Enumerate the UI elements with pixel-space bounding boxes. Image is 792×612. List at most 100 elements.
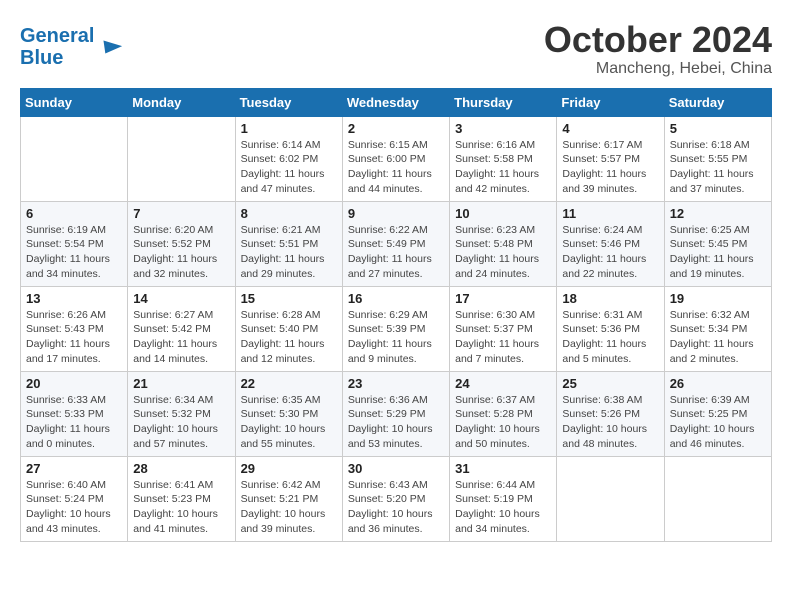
day-number: 18 (562, 291, 658, 306)
day-detail: Sunrise: 6:38 AMSunset: 5:26 PMDaylight:… (562, 394, 647, 450)
day-detail: Sunrise: 6:23 AMSunset: 5:48 PMDaylight:… (455, 224, 539, 280)
calendar-day-cell: 20 Sunrise: 6:33 AMSunset: 5:33 PMDayligh… (21, 371, 128, 456)
day-detail: Sunrise: 6:34 AMSunset: 5:32 PMDaylight:… (133, 394, 218, 450)
calendar-day-cell: 19 Sunrise: 6:32 AMSunset: 5:34 PMDayligh… (664, 286, 771, 371)
day-number: 6 (26, 206, 122, 221)
day-detail: Sunrise: 6:29 AMSunset: 5:39 PMDaylight:… (348, 309, 432, 365)
weekday-header: Monday (128, 88, 235, 116)
weekday-header: Thursday (450, 88, 557, 116)
calendar-day-cell: 7 Sunrise: 6:20 AMSunset: 5:52 PMDaylight… (128, 201, 235, 286)
day-number: 16 (348, 291, 444, 306)
day-number: 1 (241, 121, 337, 136)
calendar-day-cell: 3 Sunrise: 6:16 AMSunset: 5:58 PMDaylight… (450, 116, 557, 201)
calendar-week-row: 1Sunrise: 6:14 AMSunset: 6:02 PMDaylight… (21, 116, 772, 201)
calendar-day-cell: 9 Sunrise: 6:22 AMSunset: 5:49 PMDaylight… (342, 201, 449, 286)
calendar-day-cell: 1Sunrise: 6:14 AMSunset: 6:02 PMDaylight… (235, 116, 342, 201)
day-number: 30 (348, 461, 444, 476)
calendar-day-cell: 30 Sunrise: 6:43 AMSunset: 5:20 PMDayligh… (342, 456, 449, 541)
calendar-day-cell (21, 116, 128, 201)
day-number: 3 (455, 121, 551, 136)
day-number: 20 (26, 376, 122, 391)
calendar-day-cell (128, 116, 235, 201)
calendar-day-cell: 8 Sunrise: 6:21 AMSunset: 5:51 PMDaylight… (235, 201, 342, 286)
day-detail: Sunrise: 6:44 AMSunset: 5:19 PMDaylight:… (455, 479, 540, 535)
day-number: 28 (133, 461, 229, 476)
day-number: 29 (241, 461, 337, 476)
calendar-week-row: 6 Sunrise: 6:19 AMSunset: 5:54 PMDaylight… (21, 201, 772, 286)
page-header: GeneralBlue October 2024 Mancheng, Hebei… (20, 20, 772, 78)
calendar-day-cell: 21 Sunrise: 6:34 AMSunset: 5:32 PMDayligh… (128, 371, 235, 456)
day-detail: Sunrise: 6:43 AMSunset: 5:20 PMDaylight:… (348, 479, 433, 535)
day-detail: Sunrise: 6:18 AMSunset: 5:55 PMDaylight:… (670, 139, 754, 195)
calendar-day-cell: 27Sunrise: 6:40 AMSunset: 5:24 PMDayligh… (21, 456, 128, 541)
day-number: 24 (455, 376, 551, 391)
calendar-day-cell: 23 Sunrise: 6:36 AMSunset: 5:29 PMDayligh… (342, 371, 449, 456)
day-detail: Sunrise: 6:33 AMSunset: 5:33 PMDaylight:… (26, 394, 110, 450)
day-number: 27 (26, 461, 122, 476)
calendar-day-cell: 4 Sunrise: 6:17 AMSunset: 5:57 PMDaylight… (557, 116, 664, 201)
calendar-week-row: 27Sunrise: 6:40 AMSunset: 5:24 PMDayligh… (21, 456, 772, 541)
day-detail: Sunrise: 6:19 AMSunset: 5:54 PMDaylight:… (26, 224, 110, 280)
calendar-day-cell (557, 456, 664, 541)
calendar-day-cell: 26Sunrise: 6:39 AMSunset: 5:25 PMDayligh… (664, 371, 771, 456)
day-number: 15 (241, 291, 337, 306)
calendar-day-cell: 5 Sunrise: 6:18 AMSunset: 5:55 PMDaylight… (664, 116, 771, 201)
day-number: 7 (133, 206, 229, 221)
day-number: 8 (241, 206, 337, 221)
day-number: 23 (348, 376, 444, 391)
logo-icon (96, 33, 124, 61)
day-detail: Sunrise: 6:20 AMSunset: 5:52 PMDaylight:… (133, 224, 217, 280)
day-detail: Sunrise: 6:17 AMSunset: 5:57 PMDaylight:… (562, 139, 646, 195)
day-number: 17 (455, 291, 551, 306)
weekday-header: Tuesday (235, 88, 342, 116)
title-block: October 2024 Mancheng, Hebei, China (544, 20, 772, 78)
day-detail: Sunrise: 6:16 AMSunset: 5:58 PMDaylight:… (455, 139, 539, 195)
day-detail: Sunrise: 6:28 AMSunset: 5:40 PMDaylight:… (241, 309, 325, 365)
day-detail: Sunrise: 6:21 AMSunset: 5:51 PMDaylight:… (241, 224, 325, 280)
day-number: 9 (348, 206, 444, 221)
calendar-day-cell: 6 Sunrise: 6:19 AMSunset: 5:54 PMDaylight… (21, 201, 128, 286)
day-detail: Sunrise: 6:32 AMSunset: 5:34 PMDaylight:… (670, 309, 754, 365)
month-title: October 2024 (544, 20, 772, 60)
calendar-week-row: 13Sunrise: 6:26 AMSunset: 5:43 PMDayligh… (21, 286, 772, 371)
calendar-day-cell: 16 Sunrise: 6:29 AMSunset: 5:39 PMDayligh… (342, 286, 449, 371)
day-detail: Sunrise: 6:22 AMSunset: 5:49 PMDaylight:… (348, 224, 432, 280)
calendar-day-cell: 13Sunrise: 6:26 AMSunset: 5:43 PMDayligh… (21, 286, 128, 371)
calendar-day-cell: 31 Sunrise: 6:44 AMSunset: 5:19 PMDayligh… (450, 456, 557, 541)
day-number: 31 (455, 461, 551, 476)
day-number: 14 (133, 291, 229, 306)
day-number: 22 (241, 376, 337, 391)
header-row: SundayMondayTuesdayWednesdayThursdayFrid… (21, 88, 772, 116)
calendar-day-cell: 10Sunrise: 6:23 AMSunset: 5:48 PMDayligh… (450, 201, 557, 286)
day-detail: Sunrise: 6:27 AMSunset: 5:42 PMDaylight:… (133, 309, 217, 365)
day-number: 12 (670, 206, 766, 221)
day-detail: Sunrise: 6:42 AMSunset: 5:21 PMDaylight:… (241, 479, 326, 535)
calendar-day-cell: 29 Sunrise: 6:42 AMSunset: 5:21 PMDayligh… (235, 456, 342, 541)
day-number: 19 (670, 291, 766, 306)
logo: GeneralBlue (20, 25, 124, 69)
weekday-header: Friday (557, 88, 664, 116)
calendar-day-cell: 12 Sunrise: 6:25 AMSunset: 5:45 PMDayligh… (664, 201, 771, 286)
day-number: 26 (670, 376, 766, 391)
weekday-header: Saturday (664, 88, 771, 116)
calendar-day-cell: 17 Sunrise: 6:30 AMSunset: 5:37 PMDayligh… (450, 286, 557, 371)
calendar-day-cell: 25Sunrise: 6:38 AMSunset: 5:26 PMDayligh… (557, 371, 664, 456)
day-detail: Sunrise: 6:26 AMSunset: 5:43 PMDaylight:… (26, 309, 110, 365)
day-detail: Sunrise: 6:36 AMSunset: 5:29 PMDaylight:… (348, 394, 433, 450)
day-number: 5 (670, 121, 766, 136)
calendar-day-cell: 15 Sunrise: 6:28 AMSunset: 5:40 PMDayligh… (235, 286, 342, 371)
calendar-day-cell: 11Sunrise: 6:24 AMSunset: 5:46 PMDayligh… (557, 201, 664, 286)
day-number: 2 (348, 121, 444, 136)
day-number: 11 (562, 206, 658, 221)
weekday-header: Sunday (21, 88, 128, 116)
calendar-day-cell: 24Sunrise: 6:37 AMSunset: 5:28 PMDayligh… (450, 371, 557, 456)
calendar-day-cell: 22Sunrise: 6:35 AMSunset: 5:30 PMDayligh… (235, 371, 342, 456)
day-detail: Sunrise: 6:30 AMSunset: 5:37 PMDaylight:… (455, 309, 539, 365)
calendar-table: SundayMondayTuesdayWednesdayThursdayFrid… (20, 88, 772, 542)
calendar-day-cell: 14 Sunrise: 6:27 AMSunset: 5:42 PMDayligh… (128, 286, 235, 371)
calendar-day-cell (664, 456, 771, 541)
day-number: 21 (133, 376, 229, 391)
day-number: 4 (562, 121, 658, 136)
day-detail: Sunrise: 6:25 AMSunset: 5:45 PMDaylight:… (670, 224, 754, 280)
logo-text: GeneralBlue (20, 25, 94, 69)
